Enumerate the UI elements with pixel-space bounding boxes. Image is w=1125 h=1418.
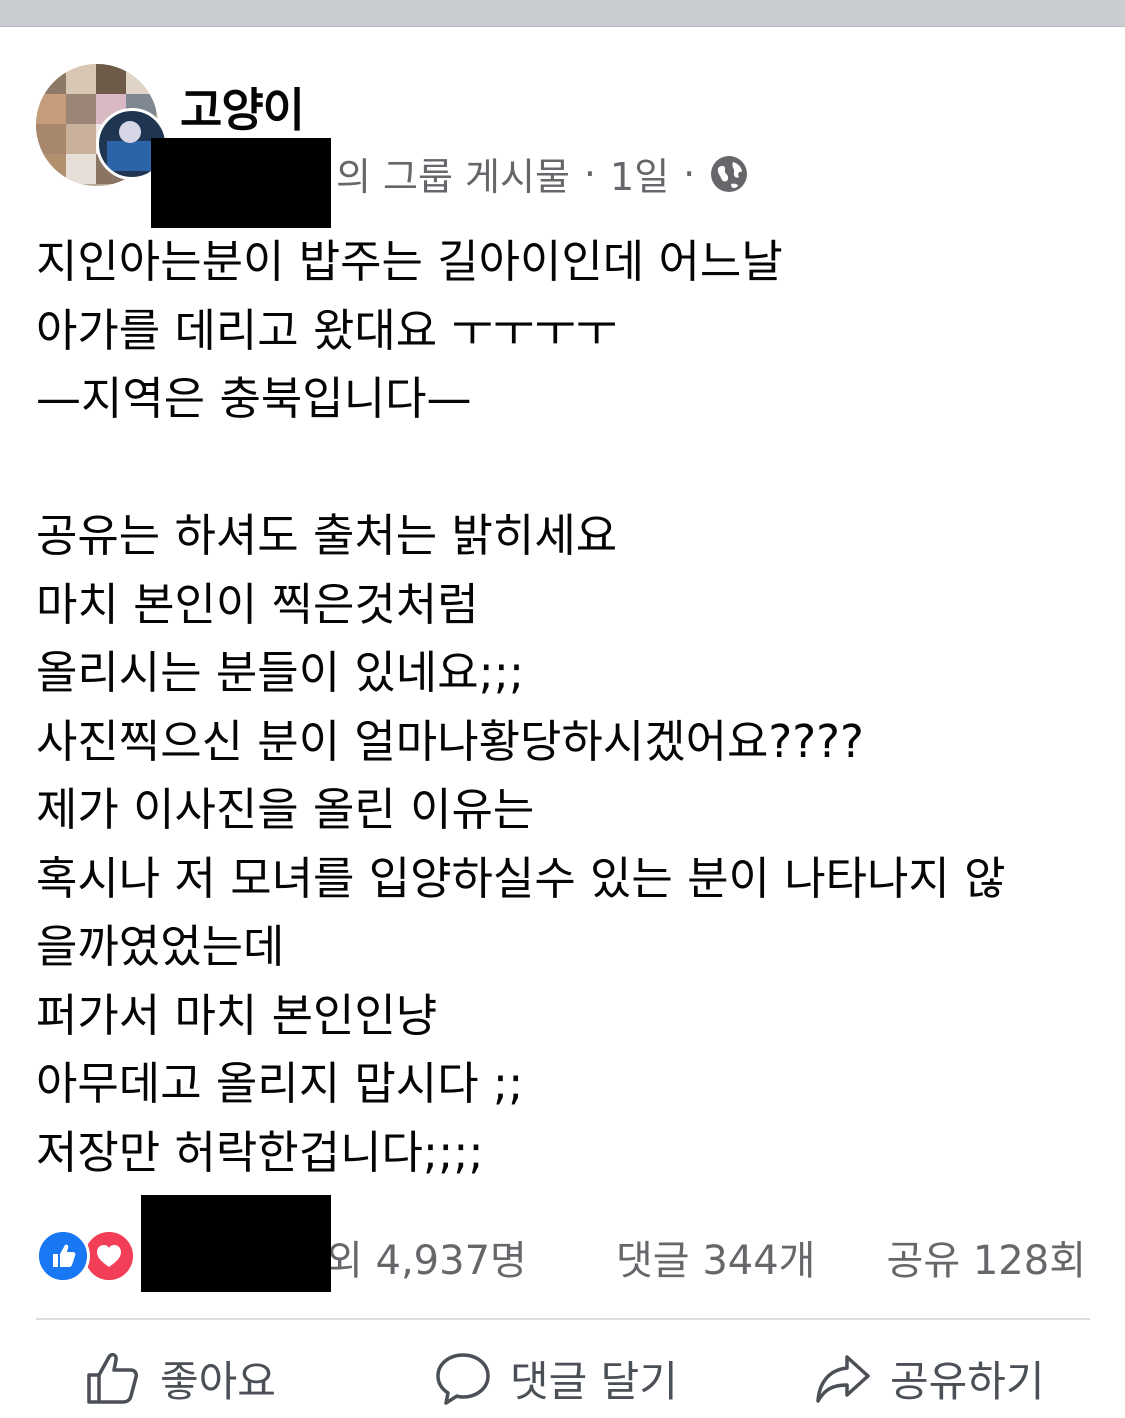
share-count[interactable]: 공유 128회 [887, 1228, 1086, 1286]
meta-separator: · [583, 151, 597, 196]
avatar-tile [36, 124, 66, 154]
comment-icon [436, 1353, 490, 1405]
author-name[interactable]: 고양이 [180, 74, 305, 140]
avatar-tile [66, 94, 96, 124]
avatar-tile [36, 94, 66, 124]
share-button[interactable]: 공유하기 [814, 1346, 1045, 1410]
post-line: 사진찍으신 분이 얼마나황당하시겠어요???? [36, 714, 864, 768]
post-line: 마치 본인이 찍은것처럼 [36, 577, 479, 631]
globe-icon[interactable] [709, 154, 749, 194]
avatar-tile [96, 64, 126, 94]
post-line: 아무데고 올리지 맙시다 ;; [36, 1057, 524, 1110]
like-icon [36, 1229, 90, 1283]
comment-button[interactable]: 댓글 달기 [434, 1346, 678, 1410]
redacted-name-block [151, 138, 331, 228]
share-label: 공유하기 [890, 1356, 1045, 1406]
post-line: 공유는 하셔도 출처는 밝히세요 [36, 509, 618, 562]
post-line: 올리시는 분들이 있네요;;; [36, 646, 525, 699]
post-meta: 의 그룹 게시물 · 1일 · [336, 146, 749, 201]
avatar-tile [126, 64, 156, 94]
like-button[interactable]: 좋아요 [84, 1346, 276, 1410]
meta-separator: · [683, 151, 696, 196]
avatar-tile [36, 154, 66, 184]
love-icon [82, 1229, 136, 1283]
group-post-label: 의 그룹 게시물 [336, 155, 570, 199]
comment-count[interactable]: 댓글 344개 [616, 1228, 815, 1286]
avatar-tile [66, 124, 96, 154]
action-divider [36, 1318, 1090, 1320]
avatar-tile [66, 154, 96, 184]
post-line: 제가 이사진을 올린 이유는 [36, 783, 535, 836]
post-body: 지인아는분이 밥주는 길아이인데 어느날 아가를 데리고 왔대요 ㅜㅜㅜㅜ —지… [36, 228, 1096, 1187]
post-line: 저장만 허락한겁니다;;;; [36, 1125, 484, 1179]
reaction-count[interactable]: 외 4,937명 [326, 1228, 527, 1286]
top-strip [0, 0, 1125, 27]
post-line: 퍼가서 마치 본인인냥 [36, 988, 438, 1042]
post-line: 을까였었는데 [36, 920, 285, 973]
post-line: —지역은 충북입니다— [36, 372, 472, 425]
avatar-badge-fill [107, 141, 157, 171]
like-label: 좋아요 [160, 1356, 276, 1406]
comment-label: 댓글 달기 [510, 1356, 678, 1406]
post-line [36, 434, 1096, 503]
post-time[interactable]: 1일 [610, 146, 669, 201]
thumbs-up-icon [87, 1352, 138, 1404]
avatar-tile [66, 64, 96, 94]
avatar-tile [36, 64, 66, 94]
avatar-badge-figure [119, 121, 141, 143]
post-line: 지인아는분이 밥주는 길아이인데 어느날 [36, 235, 783, 288]
post-line: 혹시나 저 모녀를 입양하실수 있는 분이 나타나지 않 [36, 851, 1006, 905]
post-line: 아가를 데리고 왔대요 ㅜㅜㅜㅜ [36, 303, 618, 357]
redacted-reactor-block [141, 1195, 331, 1292]
share-arrow-icon [816, 1355, 870, 1403]
